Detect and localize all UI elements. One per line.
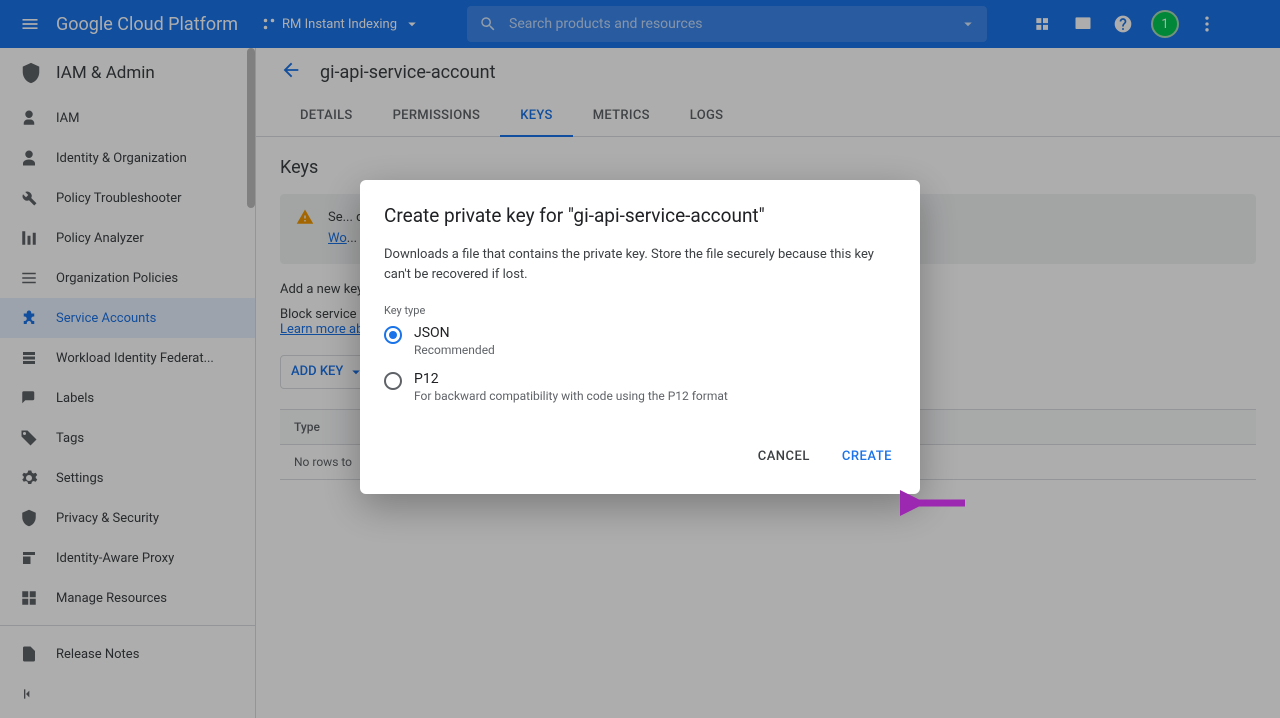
cancel-button[interactable]: CANCEL: [754, 443, 814, 470]
annotation-arrow: [900, 489, 970, 517]
radio-label: JSON: [414, 325, 495, 341]
key-type-label: Key type: [384, 304, 896, 317]
radio-label: P12: [414, 371, 728, 387]
create-button[interactable]: CREATE: [838, 443, 896, 470]
radio-sublabel: For backward compatibility with code usi…: [414, 389, 728, 403]
create-key-dialog: Create private key for "gi-api-service-a…: [360, 180, 920, 494]
radio-icon[interactable]: [384, 326, 402, 344]
dialog-title: Create private key for "gi-api-service-a…: [384, 204, 896, 227]
key-type-option-p12[interactable]: P12 For backward compatibility with code …: [384, 371, 896, 403]
dialog-description: Downloads a file that contains the priva…: [384, 245, 896, 284]
radio-icon[interactable]: [384, 372, 402, 390]
key-type-option-json[interactable]: JSON Recommended: [384, 325, 896, 357]
radio-sublabel: Recommended: [414, 343, 495, 357]
